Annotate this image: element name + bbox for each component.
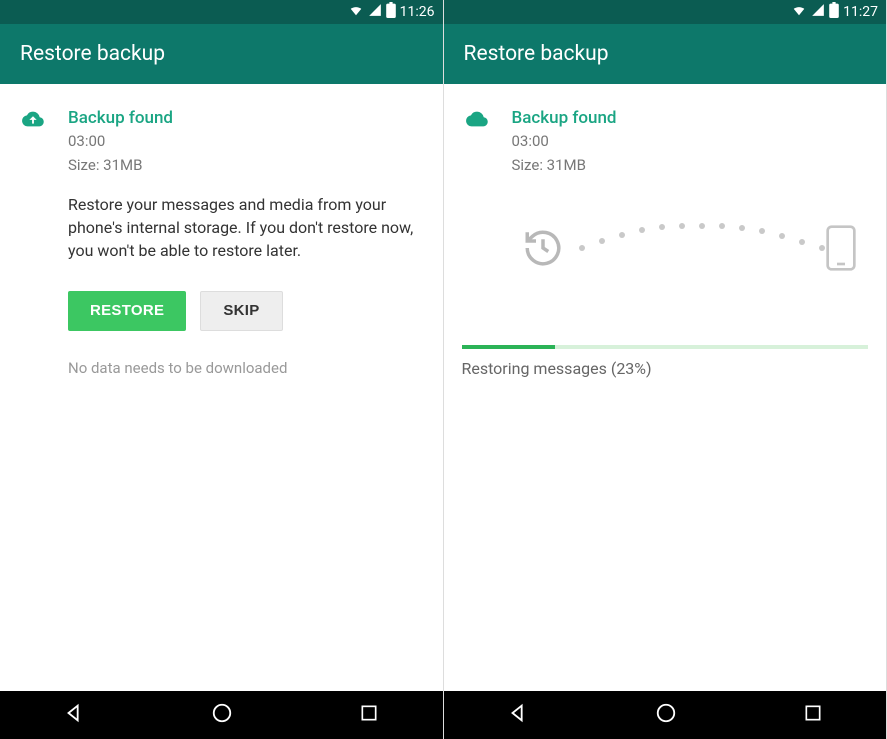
restore-graphic bbox=[522, 215, 859, 285]
screen-restore-prompt: 11:26 Restore backup Backup found 03:00 … bbox=[0, 0, 444, 739]
screen-restore-progress: 11:27 Restore backup Backup found 03:00 … bbox=[444, 0, 887, 739]
page-title: Restore backup bbox=[20, 42, 165, 66]
restore-button[interactable]: RESTORE bbox=[68, 291, 186, 331]
nav-home-icon[interactable] bbox=[655, 702, 677, 728]
signal-icon bbox=[811, 3, 825, 21]
progress-bar bbox=[462, 345, 869, 349]
status-time: 11:26 bbox=[400, 4, 435, 20]
backup-found-title: Backup found bbox=[68, 108, 425, 128]
signal-icon bbox=[368, 3, 382, 21]
status-time: 11:27 bbox=[843, 4, 878, 20]
history-icon bbox=[522, 227, 564, 273]
no-download-text: No data needs to be downloaded bbox=[68, 359, 425, 377]
nav-back-icon[interactable] bbox=[63, 702, 85, 728]
wifi-icon bbox=[348, 3, 364, 21]
status-bar: 11:26 bbox=[0, 0, 443, 24]
nav-bar bbox=[444, 691, 887, 739]
nav-recent-icon[interactable] bbox=[803, 703, 823, 727]
backup-size: Size: 31MB bbox=[512, 156, 869, 176]
wifi-icon bbox=[791, 3, 807, 21]
backup-size: Size: 31MB bbox=[68, 156, 425, 176]
battery-icon bbox=[386, 2, 396, 22]
progress-fill bbox=[462, 345, 555, 349]
page-title: Restore backup bbox=[464, 42, 609, 66]
nav-home-icon[interactable] bbox=[211, 702, 233, 728]
app-header: Restore backup bbox=[0, 24, 443, 84]
app-header: Restore backup bbox=[444, 24, 887, 84]
transfer-dots-icon bbox=[572, 223, 832, 253]
backup-time: 03:00 bbox=[512, 132, 869, 152]
progress-text: Restoring messages (23%) bbox=[462, 359, 869, 378]
nav-bar bbox=[0, 691, 443, 739]
skip-button[interactable]: SKIP bbox=[200, 291, 282, 331]
restore-description: Restore your messages and media from you… bbox=[68, 193, 425, 263]
cloud-upload-icon bbox=[18, 108, 48, 377]
backup-found-title: Backup found bbox=[512, 108, 869, 128]
nav-back-icon[interactable] bbox=[507, 702, 529, 728]
backup-time: 03:00 bbox=[68, 132, 425, 152]
status-bar: 11:27 bbox=[444, 0, 887, 24]
nav-recent-icon[interactable] bbox=[359, 703, 379, 727]
cloud-icon bbox=[462, 108, 492, 345]
battery-icon bbox=[829, 2, 839, 22]
